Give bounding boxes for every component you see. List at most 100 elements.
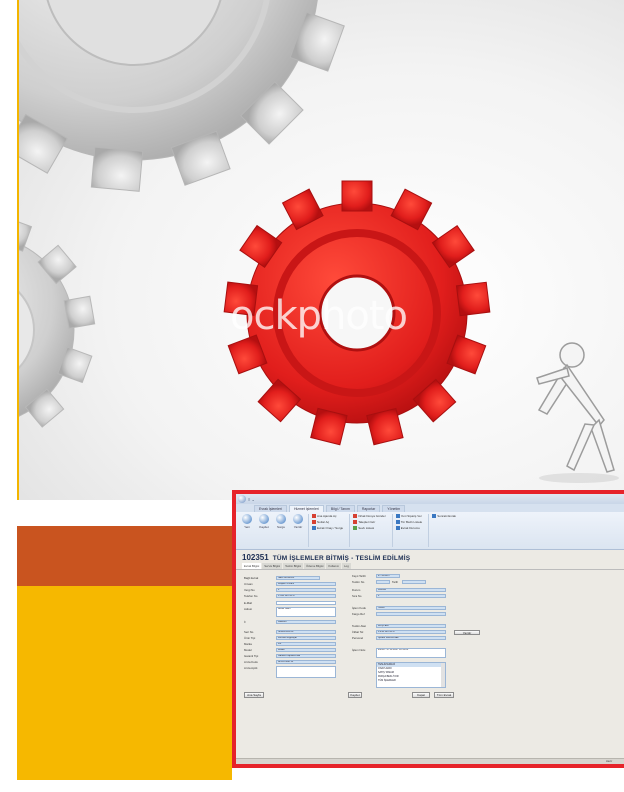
ribbon-small-b1[interactable]: Talepleri Gör <box>353 520 386 524</box>
document-form: Bağlı Evrak Unvanı Vergi No Telefon No E… <box>242 574 622 739</box>
subtab-1[interactable]: Servis Bilgisi <box>262 563 283 569</box>
query-button[interactable]: Sorgu <box>274 514 288 547</box>
quick-access-toolbar[interactable]: ≡ ⌄ <box>248 497 255 502</box>
subtab-5[interactable]: Log <box>342 563 351 569</box>
label-islem-kodu: İşlem Kodu <box>352 606 366 610</box>
label-islem-notu: İşlem Notu <box>352 648 366 652</box>
headset-icon <box>259 514 269 524</box>
ribbon-tab-bilgi[interactable]: Bilgi / Tanım <box>325 505 355 512</box>
label-kayit-tarihi: Kayıt Tarihi <box>352 574 366 578</box>
ribbon-tab-hizmet[interactable]: Hizmet İşlemleri <box>288 505 324 512</box>
home-button[interactable]: Ana Sayfa <box>244 692 264 698</box>
close-button[interactable]: Kapat <box>412 692 430 698</box>
gold-band <box>17 586 232 780</box>
field-garanti[interactable]: Garanti Kapsamında <box>276 654 336 658</box>
label-il: İl <box>244 620 246 624</box>
subtab-0[interactable]: Evrak Bilgisi <box>242 563 262 569</box>
new-button-label: Yeni <box>244 525 250 529</box>
label-teslim-no: Teslim No <box>352 580 365 584</box>
figure-shadow <box>539 473 619 483</box>
field-unvan[interactable]: Müşteri Unvanı <box>276 582 336 586</box>
field-model[interactable]: Model <box>276 648 336 652</box>
print-icon <box>293 514 303 524</box>
field-adres[interactable]: Adres Satırı <box>276 607 336 617</box>
label-unvan: Unvanı <box>244 582 253 586</box>
field-tarih[interactable] <box>402 580 426 584</box>
field-ariza-kodu[interactable]: Arıza Kodu 14 <box>276 660 336 664</box>
ribbon-small-a1[interactable]: Notlar Aç <box>312 520 343 524</box>
field-teslim-alan[interactable]: MÜŞTERİ <box>376 624 446 628</box>
title-bar: ≡ ⌄ <box>236 494 624 504</box>
status-history-list[interactable]: TESLİM EDİLDİ ONAYLANDI SATIŞ TAMAM PARÇ… <box>376 662 446 688</box>
ribbon-small-b2[interactable]: Sevk Listesi <box>353 526 386 530</box>
field-islem-notu[interactable]: 26/06/.. 27.11.2007 10:11:00 <box>376 648 446 658</box>
subtab-3[interactable]: Ödeme Bilgisi <box>304 563 326 569</box>
document-header: 102351 TÜM İŞLEMLER BİTMİŞ - TESLİM EDİL… <box>236 550 624 563</box>
field-marka[interactable]: LG <box>276 642 336 646</box>
label-email: E-Mail <box>244 601 252 605</box>
doc-icon <box>353 514 358 518</box>
field-email[interactable] <box>276 601 336 605</box>
subtab-4[interactable]: Kullanıcı <box>326 563 342 569</box>
doc-icon <box>312 520 316 524</box>
ribbon-group-a: Ana Ajanda Aç Notlar Aç Evrak Onay / Sor… <box>308 514 346 547</box>
field-ariza-aciklama[interactable] <box>276 666 336 678</box>
field-personel[interactable]: İŞLEM PERSONEL <box>376 636 446 640</box>
field-kayit-tarihi[interactable]: 27.11.2007 <box>376 574 400 578</box>
label-ariza-aciklama: Arıza Açıkl. <box>244 666 258 670</box>
field-il[interactable]: İstanbul <box>276 620 336 624</box>
label-teslim-alan: Teslim Alan <box>352 624 367 628</box>
document-status-title: TÜM İŞLEMLER BİTMİŞ - TESLİM EDİLMİŞ <box>272 555 411 562</box>
side-print-button[interactable]: Yazdır <box>454 630 480 635</box>
status-bar: Hazır <box>236 758 624 764</box>
ribbon-small-b0[interactable]: Ortak Dosya Gönder <box>353 514 386 518</box>
label-irtibat-tel: İrtibat Tel <box>352 630 364 634</box>
rust-band <box>17 526 232 586</box>
field-vergi-no[interactable]: 1 <box>276 588 336 592</box>
all-docs-button[interactable]: Tüm Evrak <box>434 692 454 698</box>
field-teslim-no[interactable] <box>376 580 390 584</box>
print-button-label: Yazdır <box>293 525 303 529</box>
pushing-figure <box>536 342 615 473</box>
document-number: 102351 <box>242 553 269 562</box>
field-kargo-ref[interactable] <box>376 612 446 616</box>
doc-icon <box>353 520 358 524</box>
save-small-button[interactable]: Kaydet <box>348 692 362 698</box>
ribbon-small-d0[interactable]: Sonraki Evrak <box>432 514 456 518</box>
label-urun-tipi: Ürün Tipi <box>244 636 256 640</box>
label-telefon: Telefon No <box>244 594 258 598</box>
ribbon-small-a2[interactable]: Evrak Onay / Sorgu <box>312 526 343 530</box>
ribbon-small-c1[interactable]: Tür Bazlı Listele <box>395 520 422 524</box>
save-button[interactable]: Kaydet <box>257 514 271 547</box>
field-telefon[interactable]: 0 532 123 45 67 <box>276 594 336 598</box>
field-sira-no[interactable]: 1 <box>376 594 446 598</box>
new-button[interactable]: Yeni <box>240 514 254 547</box>
label-tarih: Tarih <box>392 580 399 584</box>
list-item[interactable]: TÜM İŞLEMLER <box>377 679 445 683</box>
ribbon-group-c: Yeni Sipariş Ver Tür Bazlı Listele Evrak… <box>391 514 426 547</box>
list-scrollbar[interactable] <box>441 663 445 687</box>
ribbon-tab-yonetim[interactable]: Yönetim <box>382 505 406 512</box>
label-marka: Marka <box>244 642 252 646</box>
doc-icon <box>312 514 316 518</box>
ribbon-tab-raporlar[interactable]: Raporlar <box>356 505 381 512</box>
small-grey-gear <box>19 216 96 428</box>
app-orb-icon[interactable] <box>238 495 246 503</box>
ribbon-tabs: Evrak İşlemleri Hizmet İşlemleri Bilgi /… <box>236 504 624 512</box>
ribbon-small-c2[interactable]: Evrak Durumu <box>395 526 423 530</box>
field-urun-tipi[interactable]: Dizüstü Bilgisayar <box>276 636 336 640</box>
field-seri-no[interactable]: SN001456789 <box>276 630 336 634</box>
field-islem-kodu[interactable]: Teslim <box>376 606 446 610</box>
subtab-2[interactable]: Teslim Bilgisi <box>283 563 304 569</box>
ribbon-tab-evrak[interactable]: Evrak İşlemleri <box>254 505 287 512</box>
doc-icon <box>353 526 358 530</box>
ribbon-small-c0[interactable]: Yeni Sipariş Ver <box>395 514 423 518</box>
field-durum[interactable]: KAPALI <box>376 588 446 592</box>
ribbon-small-a0[interactable]: Ana Ajanda Aç <box>312 514 343 518</box>
gears-illustration <box>19 0 619 483</box>
field-irtibat-tel[interactable]: 0 212 123 45 67 <box>376 630 446 634</box>
field-bagli-evrak[interactable]: SER 00014953 <box>276 576 320 580</box>
print-button[interactable]: Yazdır <box>291 514 305 547</box>
label-garanti: Garanti Tipi <box>244 654 259 658</box>
label-adres: Adresi <box>244 607 252 611</box>
